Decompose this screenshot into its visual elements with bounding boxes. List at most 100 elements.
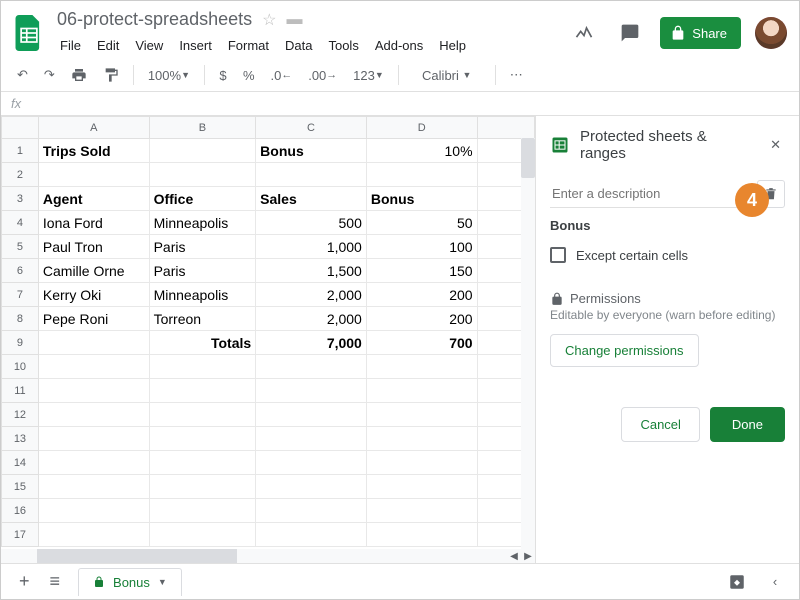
paint-format-button[interactable] xyxy=(97,63,125,87)
close-panel-button[interactable]: ✕ xyxy=(766,133,785,157)
cell[interactable] xyxy=(256,523,367,547)
cell[interactable]: Pepe Roni xyxy=(38,307,149,331)
cell[interactable] xyxy=(38,475,149,499)
cell[interactable] xyxy=(149,451,256,475)
font-select[interactable]: Calibri ▼ xyxy=(407,64,487,87)
cell[interactable]: 10% xyxy=(366,139,477,163)
cell[interactable] xyxy=(149,499,256,523)
cell[interactable] xyxy=(256,403,367,427)
row-header[interactable]: 9 xyxy=(2,331,39,355)
cell[interactable] xyxy=(149,379,256,403)
cell[interactable]: Bonus xyxy=(366,187,477,211)
cell[interactable]: 2,000 xyxy=(256,307,367,331)
cell[interactable] xyxy=(366,523,477,547)
cell[interactable] xyxy=(256,163,367,187)
cell[interactable] xyxy=(366,427,477,451)
column-header-blank[interactable] xyxy=(477,117,534,139)
cell[interactable]: 50 xyxy=(366,211,477,235)
row-header[interactable]: 8 xyxy=(2,307,39,331)
zoom-select[interactable]: 100% ▼ xyxy=(142,64,196,87)
cell[interactable]: 1,500 xyxy=(256,259,367,283)
cell[interactable]: 1,000 xyxy=(256,235,367,259)
formula-bar[interactable]: fx xyxy=(1,92,799,116)
column-header-a[interactable]: A xyxy=(38,117,149,139)
cell[interactable]: Sales xyxy=(256,187,367,211)
cell[interactable]: 500 xyxy=(256,211,367,235)
sheet-tab-bonus[interactable]: Bonus ▼ xyxy=(78,568,182,596)
row-header[interactable]: 7 xyxy=(2,283,39,307)
cell[interactable]: Kerry Oki xyxy=(38,283,149,307)
cell[interactable] xyxy=(366,355,477,379)
description-input[interactable] xyxy=(550,180,749,208)
cell[interactable] xyxy=(38,331,149,355)
sheets-app-icon[interactable] xyxy=(9,13,49,53)
vertical-scrollbar[interactable] xyxy=(521,138,535,578)
cell[interactable] xyxy=(38,499,149,523)
row-header[interactable]: 2 xyxy=(2,163,39,187)
cell[interactable]: 700 xyxy=(366,331,477,355)
cell[interactable] xyxy=(149,475,256,499)
cell[interactable] xyxy=(366,163,477,187)
account-avatar[interactable] xyxy=(755,17,787,49)
cell[interactable]: 7,000 xyxy=(256,331,367,355)
horizontal-scrollbar[interactable]: ◀ ▶ xyxy=(1,549,535,563)
cell[interactable] xyxy=(366,475,477,499)
except-cells-checkbox[interactable] xyxy=(550,247,566,263)
cell[interactable] xyxy=(38,403,149,427)
cell[interactable]: Trips Sold xyxy=(38,139,149,163)
row-header[interactable]: 5 xyxy=(2,235,39,259)
cell[interactable]: Agent xyxy=(38,187,149,211)
side-panel-toggle[interactable]: ‹ xyxy=(759,566,791,598)
cell[interactable]: Office xyxy=(149,187,256,211)
cell[interactable] xyxy=(38,427,149,451)
cancel-button[interactable]: Cancel xyxy=(621,407,699,442)
cell[interactable]: Camille Orne xyxy=(38,259,149,283)
add-sheet-button[interactable]: + xyxy=(9,565,40,598)
done-button[interactable]: Done xyxy=(710,407,785,442)
menu-edit[interactable]: Edit xyxy=(90,34,126,57)
decrease-decimal-button[interactable]: .0← xyxy=(265,64,299,87)
cell[interactable] xyxy=(256,355,367,379)
cell[interactable] xyxy=(149,523,256,547)
increase-decimal-button[interactable]: .00→ xyxy=(302,64,343,87)
menu-format[interactable]: Format xyxy=(221,34,276,57)
percent-button[interactable]: % xyxy=(237,64,261,87)
cell[interactable] xyxy=(366,379,477,403)
change-permissions-button[interactable]: Change permissions xyxy=(550,334,699,367)
menu-help[interactable]: Help xyxy=(432,34,473,57)
row-header[interactable]: 6 xyxy=(2,259,39,283)
share-button[interactable]: Share xyxy=(660,17,741,49)
cell[interactable] xyxy=(149,427,256,451)
row-header[interactable]: 15 xyxy=(2,475,39,499)
cell[interactable]: Minneapolis xyxy=(149,211,256,235)
cell[interactable] xyxy=(149,139,256,163)
cell[interactable] xyxy=(366,499,477,523)
cell[interactable]: Iona Ford xyxy=(38,211,149,235)
cell[interactable]: Paris xyxy=(149,259,256,283)
all-sheets-button[interactable]: ≡ xyxy=(40,565,71,598)
cell[interactable] xyxy=(149,355,256,379)
cell[interactable] xyxy=(366,403,477,427)
menu-file[interactable]: File xyxy=(53,34,88,57)
row-header[interactable]: 17 xyxy=(2,523,39,547)
cell[interactable] xyxy=(38,355,149,379)
cell[interactable]: 200 xyxy=(366,283,477,307)
activity-icon[interactable] xyxy=(568,17,600,49)
star-icon[interactable]: ☆ xyxy=(262,10,276,30)
cell[interactable] xyxy=(256,451,367,475)
menu-add-ons[interactable]: Add-ons xyxy=(368,34,430,57)
row-header[interactable]: 13 xyxy=(2,427,39,451)
column-header-d[interactable]: D xyxy=(366,117,477,139)
cell[interactable]: Paul Tron xyxy=(38,235,149,259)
cell[interactable]: 200 xyxy=(366,307,477,331)
cell[interactable]: 2,000 xyxy=(256,283,367,307)
number-format-select[interactable]: 123 ▼ xyxy=(347,64,390,87)
menu-insert[interactable]: Insert xyxy=(172,34,219,57)
row-header[interactable]: 4 xyxy=(2,211,39,235)
row-header[interactable]: 11 xyxy=(2,379,39,403)
toolbar-more-button[interactable]: ⋯ xyxy=(504,63,529,87)
print-button[interactable] xyxy=(65,63,93,87)
row-header[interactable]: 10 xyxy=(2,355,39,379)
cell[interactable] xyxy=(38,451,149,475)
menu-tools[interactable]: Tools xyxy=(321,34,365,57)
